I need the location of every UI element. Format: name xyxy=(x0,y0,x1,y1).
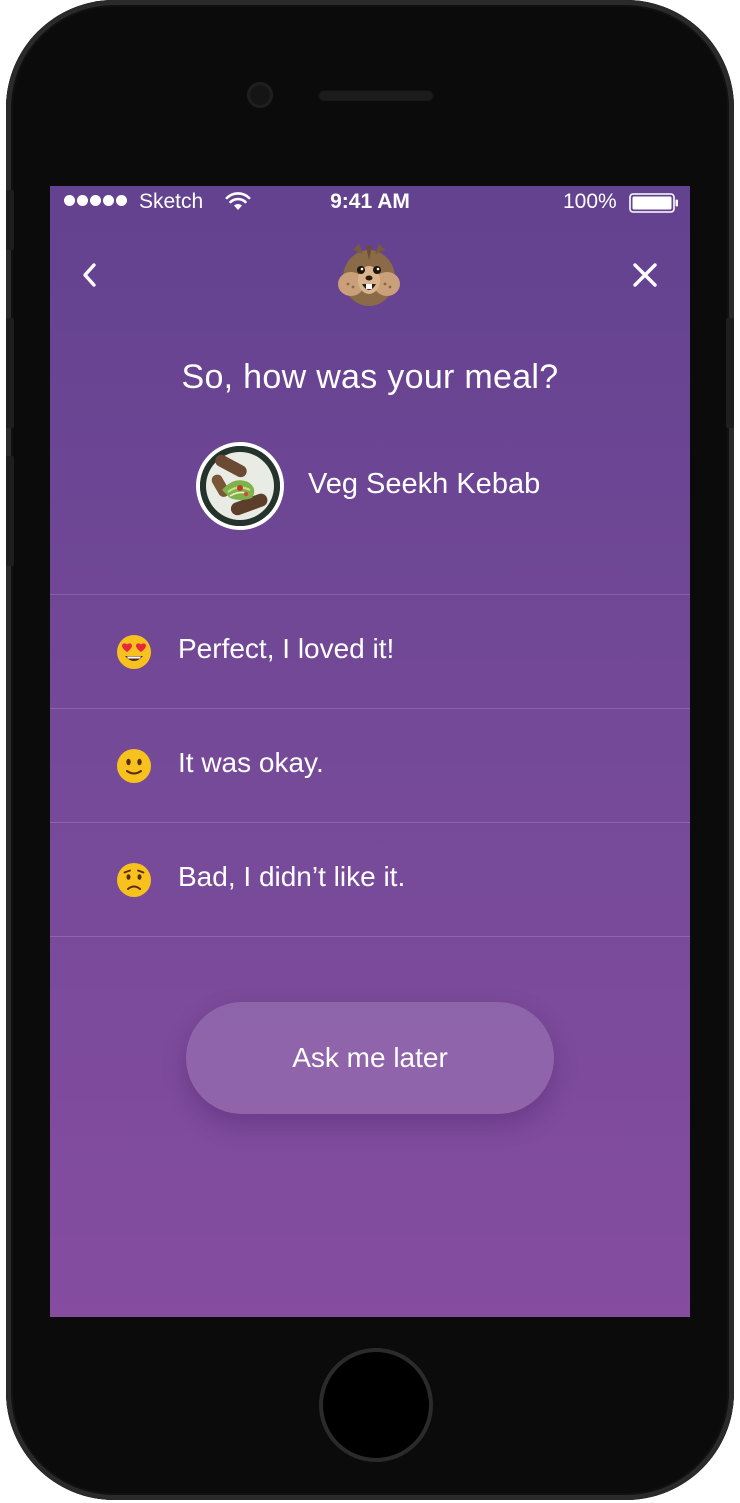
volume-up-button xyxy=(6,318,14,428)
status-bar: Sketch 9:41 AM 100% xyxy=(50,186,690,220)
option-label: Bad, I didn’t like it. xyxy=(178,861,406,892)
option-label: It was okay. xyxy=(178,747,324,778)
battery-icon xyxy=(629,193,678,213)
heart-eyes-emoji-icon xyxy=(117,635,151,669)
slight-smile-emoji-icon xyxy=(117,749,151,783)
rating-options: Perfect, I loved it! It was okay. Bad, I… xyxy=(50,594,690,937)
battery-percentage: 100% xyxy=(563,190,617,213)
screen: Sketch 9:41 AM 100% So, how was your mea… xyxy=(50,186,690,1317)
earpiece-speaker xyxy=(318,89,434,101)
front-camera xyxy=(247,82,273,108)
mute-switch xyxy=(6,190,14,250)
squirrel-mascot-icon xyxy=(338,244,400,306)
option-label: Perfect, I loved it! xyxy=(178,633,395,664)
option-loved-it[interactable]: Perfect, I loved it! xyxy=(50,595,690,709)
ask-me-later-button[interactable]: Ask me later xyxy=(186,1002,554,1114)
power-button xyxy=(726,318,734,428)
worried-face-emoji-icon xyxy=(117,863,151,897)
dish-photo xyxy=(196,442,284,530)
volume-down-button xyxy=(6,456,14,566)
meal-question: So, how was your meal? xyxy=(181,358,559,396)
chevron-left-icon[interactable] xyxy=(76,260,104,290)
option-bad[interactable]: Bad, I didn’t like it. xyxy=(50,823,690,937)
dish-name: Veg Seekh Kebab xyxy=(308,468,541,500)
close-icon[interactable] xyxy=(630,260,660,290)
home-button[interactable] xyxy=(319,1348,433,1462)
option-okay[interactable]: It was okay. xyxy=(50,709,690,823)
